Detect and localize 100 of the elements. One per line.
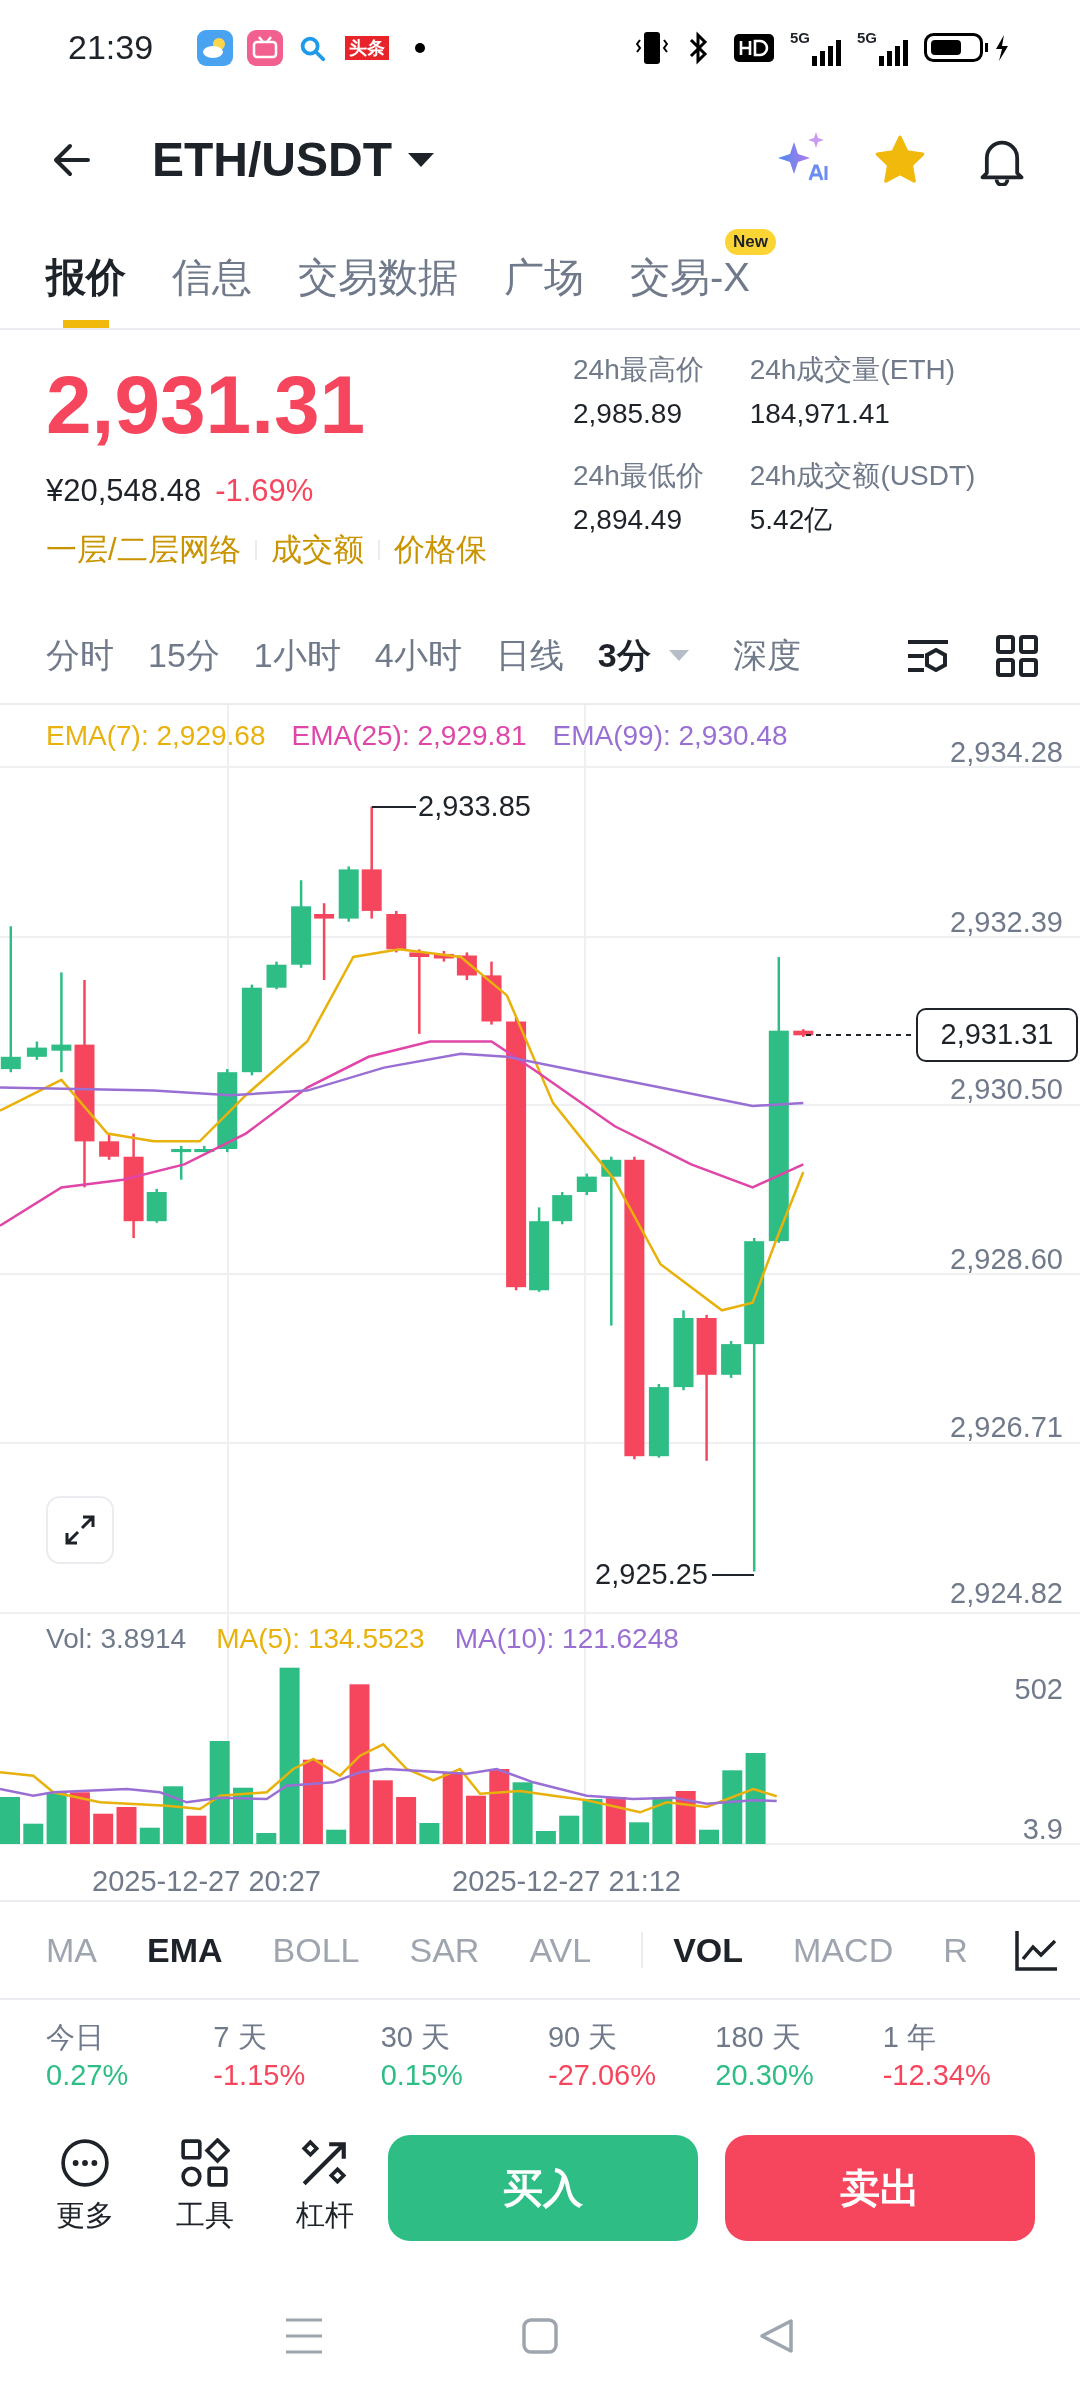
status-time: 21:39 xyxy=(68,27,154,68)
indicator-tab[interactable]: BOLL xyxy=(272,1924,360,1976)
tag-link[interactable]: 价格保 xyxy=(393,526,487,573)
indicator-tab[interactable]: AVL xyxy=(529,1924,592,1976)
tab[interactable]: 信息 xyxy=(172,246,252,307)
candle xyxy=(386,910,407,953)
axis-label: 2,924.82 xyxy=(950,1576,1063,1610)
news-app-icon: 头条 xyxy=(345,35,390,60)
action-button[interactable]: 工具 xyxy=(170,2138,240,2238)
new-badge: New xyxy=(725,229,776,255)
tag-link[interactable]: 一层/二层网络 xyxy=(46,526,241,573)
price-change: -1.69% xyxy=(215,472,314,510)
fiat-price: ¥20,548.48 xyxy=(46,472,202,510)
volume-bar xyxy=(372,1780,393,1844)
volume-bar xyxy=(582,1799,603,1844)
more-icon xyxy=(60,2138,110,2189)
candle xyxy=(456,952,477,980)
tab[interactable]: 交易数据 xyxy=(298,246,458,307)
tag-link[interactable]: 成交额 xyxy=(270,526,364,573)
volume-legend: Vol: 3.8914 xyxy=(46,1618,187,1660)
candle xyxy=(266,961,287,990)
expand-button[interactable] xyxy=(46,1496,114,1564)
signal-icon xyxy=(879,39,908,66)
volume-bar xyxy=(69,1792,90,1844)
interval-tab[interactable]: 日线 xyxy=(495,630,564,681)
candle xyxy=(194,1145,215,1153)
buy-button[interactable]: 买入 xyxy=(388,2135,698,2241)
stat-value: 5.42亿 xyxy=(749,503,834,537)
indicator-legend: EMA(7): 2,929.68 xyxy=(46,715,266,757)
axis-label: 2,930.50 xyxy=(950,1072,1063,1106)
candle xyxy=(793,1029,814,1037)
period-label: 1 年 xyxy=(882,2020,937,2055)
date-label: 2025-12-27 20:27 xyxy=(92,1864,321,1898)
period-return: 20.30% xyxy=(715,2058,815,2093)
candle xyxy=(146,1188,167,1223)
signal-icon xyxy=(812,39,841,66)
volume-bar xyxy=(512,1782,533,1844)
action-button[interactable]: 更多 xyxy=(50,2138,120,2238)
period-return: 0.27% xyxy=(46,2058,130,2093)
action-button[interactable]: 杠杆 xyxy=(290,2138,360,2238)
last-price: 2,931.31 xyxy=(46,358,367,452)
candle xyxy=(552,1192,573,1225)
period-label: 90 天 xyxy=(548,2020,619,2055)
volume-bar xyxy=(442,1772,463,1844)
indicator-tab[interactable]: MACD xyxy=(793,1924,894,1976)
interval-tab[interactable]: 3分 xyxy=(597,630,699,681)
hd-voice-icon xyxy=(733,33,774,62)
stat-value: 2,894.49 xyxy=(573,503,683,537)
indicator-tab[interactable]: R xyxy=(943,1924,968,1976)
indicator-tab[interactable]: SAR xyxy=(409,1924,480,1976)
axis-label: 2,932.39 xyxy=(950,905,1063,939)
vibrate-icon xyxy=(635,29,668,66)
volume-bar xyxy=(396,1797,417,1844)
period-label: 今日 xyxy=(46,2020,105,2055)
tv-app-icon xyxy=(247,29,284,66)
interval-tab[interactable]: 4小时 xyxy=(374,630,462,681)
axis-label: 3.9 xyxy=(1022,1812,1063,1846)
period-label: 180 天 xyxy=(715,2020,802,2055)
period-return: -12.34% xyxy=(882,2058,992,2093)
indicator-tab[interactable]: EMA xyxy=(147,1924,223,1976)
high-price-label: 2,933.85 xyxy=(418,789,531,823)
leader-line xyxy=(372,805,416,809)
tab[interactable]: 报价 xyxy=(46,246,126,307)
current-price-tag: 2,931.31 xyxy=(916,1008,1078,1062)
tab[interactable]: 广场 xyxy=(504,246,584,307)
axis-label: 2,926.71 xyxy=(950,1410,1063,1444)
grid-layout-icon[interactable] xyxy=(996,634,1038,677)
candle xyxy=(99,1133,120,1160)
interval-tab[interactable]: 1小时 xyxy=(253,630,341,681)
sell-button[interactable]: 卖出 xyxy=(725,2135,1035,2241)
candle xyxy=(576,1173,597,1196)
leader-line xyxy=(712,1573,754,1577)
axis-label: 502 xyxy=(1014,1672,1063,1706)
interval-tab[interactable]: 深度 xyxy=(732,630,801,681)
weather-app-icon xyxy=(197,29,234,66)
volume-bar xyxy=(116,1807,137,1844)
period-label: 30 天 xyxy=(380,2020,451,2055)
volume-bar xyxy=(559,1815,580,1844)
volume-bar xyxy=(0,1797,20,1844)
pair-selector[interactable]: ETH/USDT xyxy=(152,124,434,196)
interval-tab[interactable]: 分时 xyxy=(46,630,114,681)
volume-bar xyxy=(139,1827,160,1844)
stat-label: 24h成交额(USDT) xyxy=(749,459,976,493)
candle xyxy=(481,961,502,1025)
line-chart-icon[interactable] xyxy=(1014,1929,1058,1971)
volume-bar xyxy=(629,1822,650,1844)
volume-bar xyxy=(256,1833,277,1844)
interval-tab[interactable]: 15分 xyxy=(148,630,220,681)
volume-bar xyxy=(186,1815,207,1844)
period-return: -27.06% xyxy=(548,2058,657,2093)
stat-label: 24h成交量(ETH) xyxy=(749,353,957,387)
expand-icon xyxy=(63,1513,97,1547)
indicator-tab[interactable]: VOL xyxy=(673,1924,744,1976)
candle xyxy=(26,1041,47,1060)
indicator-tab[interactable]: MA xyxy=(46,1924,97,1976)
caret-icon xyxy=(408,153,434,167)
tab-indicator xyxy=(63,320,109,328)
star-icon[interactable] xyxy=(874,134,926,186)
axis-label: 2,928.60 xyxy=(950,1242,1063,1276)
volume-bar xyxy=(466,1795,486,1844)
